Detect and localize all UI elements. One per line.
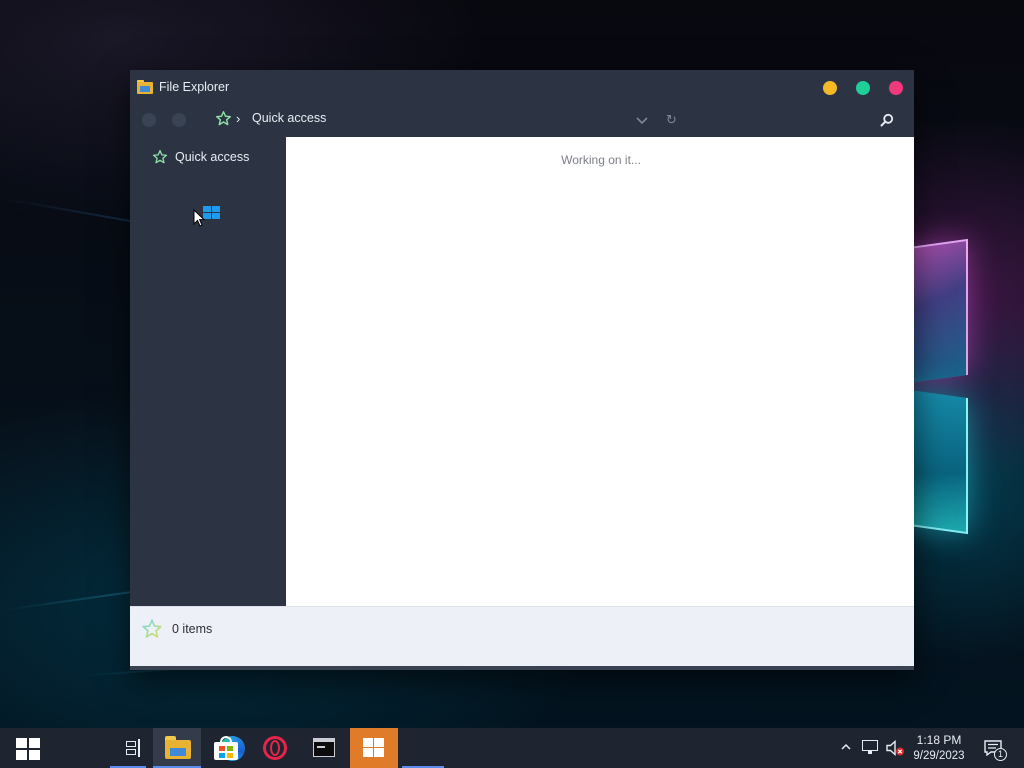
star-icon [142, 619, 162, 638]
title-bar[interactable]: File Explorer [130, 70, 914, 104]
breadcrumb-separator: › [236, 111, 241, 126]
taskbar: 1:18 PM 9/29/2023 1 [0, 728, 1024, 768]
start-button[interactable] [0, 728, 56, 768]
network-icon[interactable] [862, 740, 878, 754]
sidebar-item-label: Quick access [175, 150, 250, 164]
clock-date: 9/29/2023 [913, 750, 965, 762]
clock-time: 1:18 PM [916, 733, 962, 747]
navigation-pane: Quick access [130, 137, 286, 606]
clock[interactable]: 1:18 PM 9/29/2023 [906, 732, 972, 764]
task-view-button[interactable] [56, 728, 140, 768]
windows-logo-icon [16, 738, 40, 760]
file-explorer-window: File Explorer › Quick access ↻ Quick acc… [130, 70, 914, 670]
notification-count-badge: 1 [994, 748, 1007, 761]
item-count: 0 items [172, 622, 213, 636]
maximize-button[interactable] [856, 81, 870, 95]
forward-button[interactable] [172, 113, 186, 127]
taskbar-app-file-explorer[interactable] [153, 728, 201, 768]
taskbar-app-windows[interactable] [350, 728, 398, 768]
back-button[interactable] [142, 113, 156, 127]
window-title: File Explorer [159, 80, 230, 94]
taskbar-app-opera[interactable] [251, 728, 299, 768]
refresh-icon[interactable]: ↻ [666, 113, 677, 127]
taskbar-app-terminal[interactable] [300, 728, 348, 768]
content-pane[interactable]: Working on it... [286, 137, 914, 606]
star-icon [215, 111, 232, 126]
star-icon [152, 150, 168, 164]
window-bottom-edge [130, 666, 914, 670]
chevron-up-icon[interactable] [840, 742, 852, 752]
breadcrumb-quick-access[interactable]: Quick access [252, 111, 326, 125]
folder-icon [165, 736, 191, 760]
sidebar-item-quick-access[interactable]: Quick access [152, 147, 282, 167]
search-icon[interactable] [880, 113, 894, 127]
folder-icon [137, 80, 153, 94]
terminal-icon [313, 738, 335, 757]
chevron-down-icon[interactable] [636, 117, 648, 125]
taskbar-app-edge[interactable] [104, 728, 245, 768]
minimize-button[interactable] [823, 81, 837, 95]
windows-logo-icon [363, 738, 385, 758]
address-bar: › Quick access ↻ [130, 104, 914, 137]
close-button[interactable] [889, 81, 903, 95]
status-bar: 0 items [130, 606, 914, 666]
windows-logo-icon[interactable] [203, 206, 220, 220]
mouse-cursor-icon [193, 209, 205, 227]
loading-message: Working on it... [561, 153, 641, 167]
store-icon [214, 736, 238, 760]
opera-icon [263, 736, 287, 760]
volume-muted-icon[interactable] [886, 740, 904, 756]
taskbar-app-store[interactable] [202, 728, 250, 768]
